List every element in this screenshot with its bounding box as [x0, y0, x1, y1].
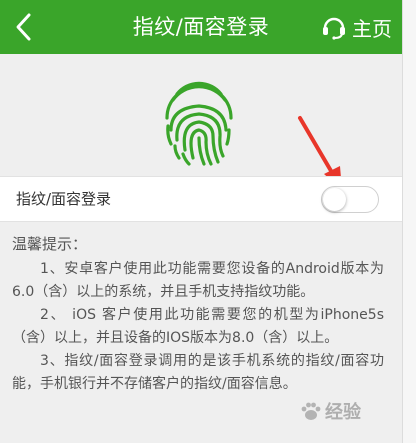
right-edge-gutter [402, 0, 416, 443]
fingerprint-login-setting-row: 指纹/面容登录 [0, 176, 402, 222]
headset-icon [323, 17, 345, 40]
tips-title: 温馨提示： [12, 235, 88, 253]
watermark: 经验 [300, 396, 402, 426]
tip-item-3: 3、指纹/面容登录调用的是该手机系统的指纹/面容功能，手机银行并不存储客户的指纹… [12, 353, 384, 392]
toggle-knob [323, 188, 346, 211]
watermark-text: 经验 [325, 402, 361, 423]
tip-item-1: 1、安卓客户使用此功能需要您设备的Android版本为6.0（含）以上的系统，并… [12, 261, 384, 300]
home-label: 主页 [352, 16, 392, 41]
home-button[interactable]: 主页 [321, 8, 392, 46]
paw-icon [301, 402, 321, 420]
app-frame: 指纹/面容登录 主页 指纹/面容登录 温馨提示： 1、安卓客户使用此功能需要您设… [0, 0, 402, 443]
tips-section: 温馨提示： 1、安卓客户使用此功能需要您设备的Android版本为6.0（含）以… [12, 232, 384, 396]
tip-item-2: 2、 iOS 客户使用此功能需要您的机型为iPhone5s（含）以上，并且设备的… [12, 307, 384, 346]
setting-label: 指纹/面容登录 [16, 190, 112, 208]
fingerprint-icon [165, 81, 233, 166]
fingerprint-login-toggle[interactable] [321, 186, 379, 213]
top-bar: 指纹/面容登录 主页 [0, 0, 402, 54]
